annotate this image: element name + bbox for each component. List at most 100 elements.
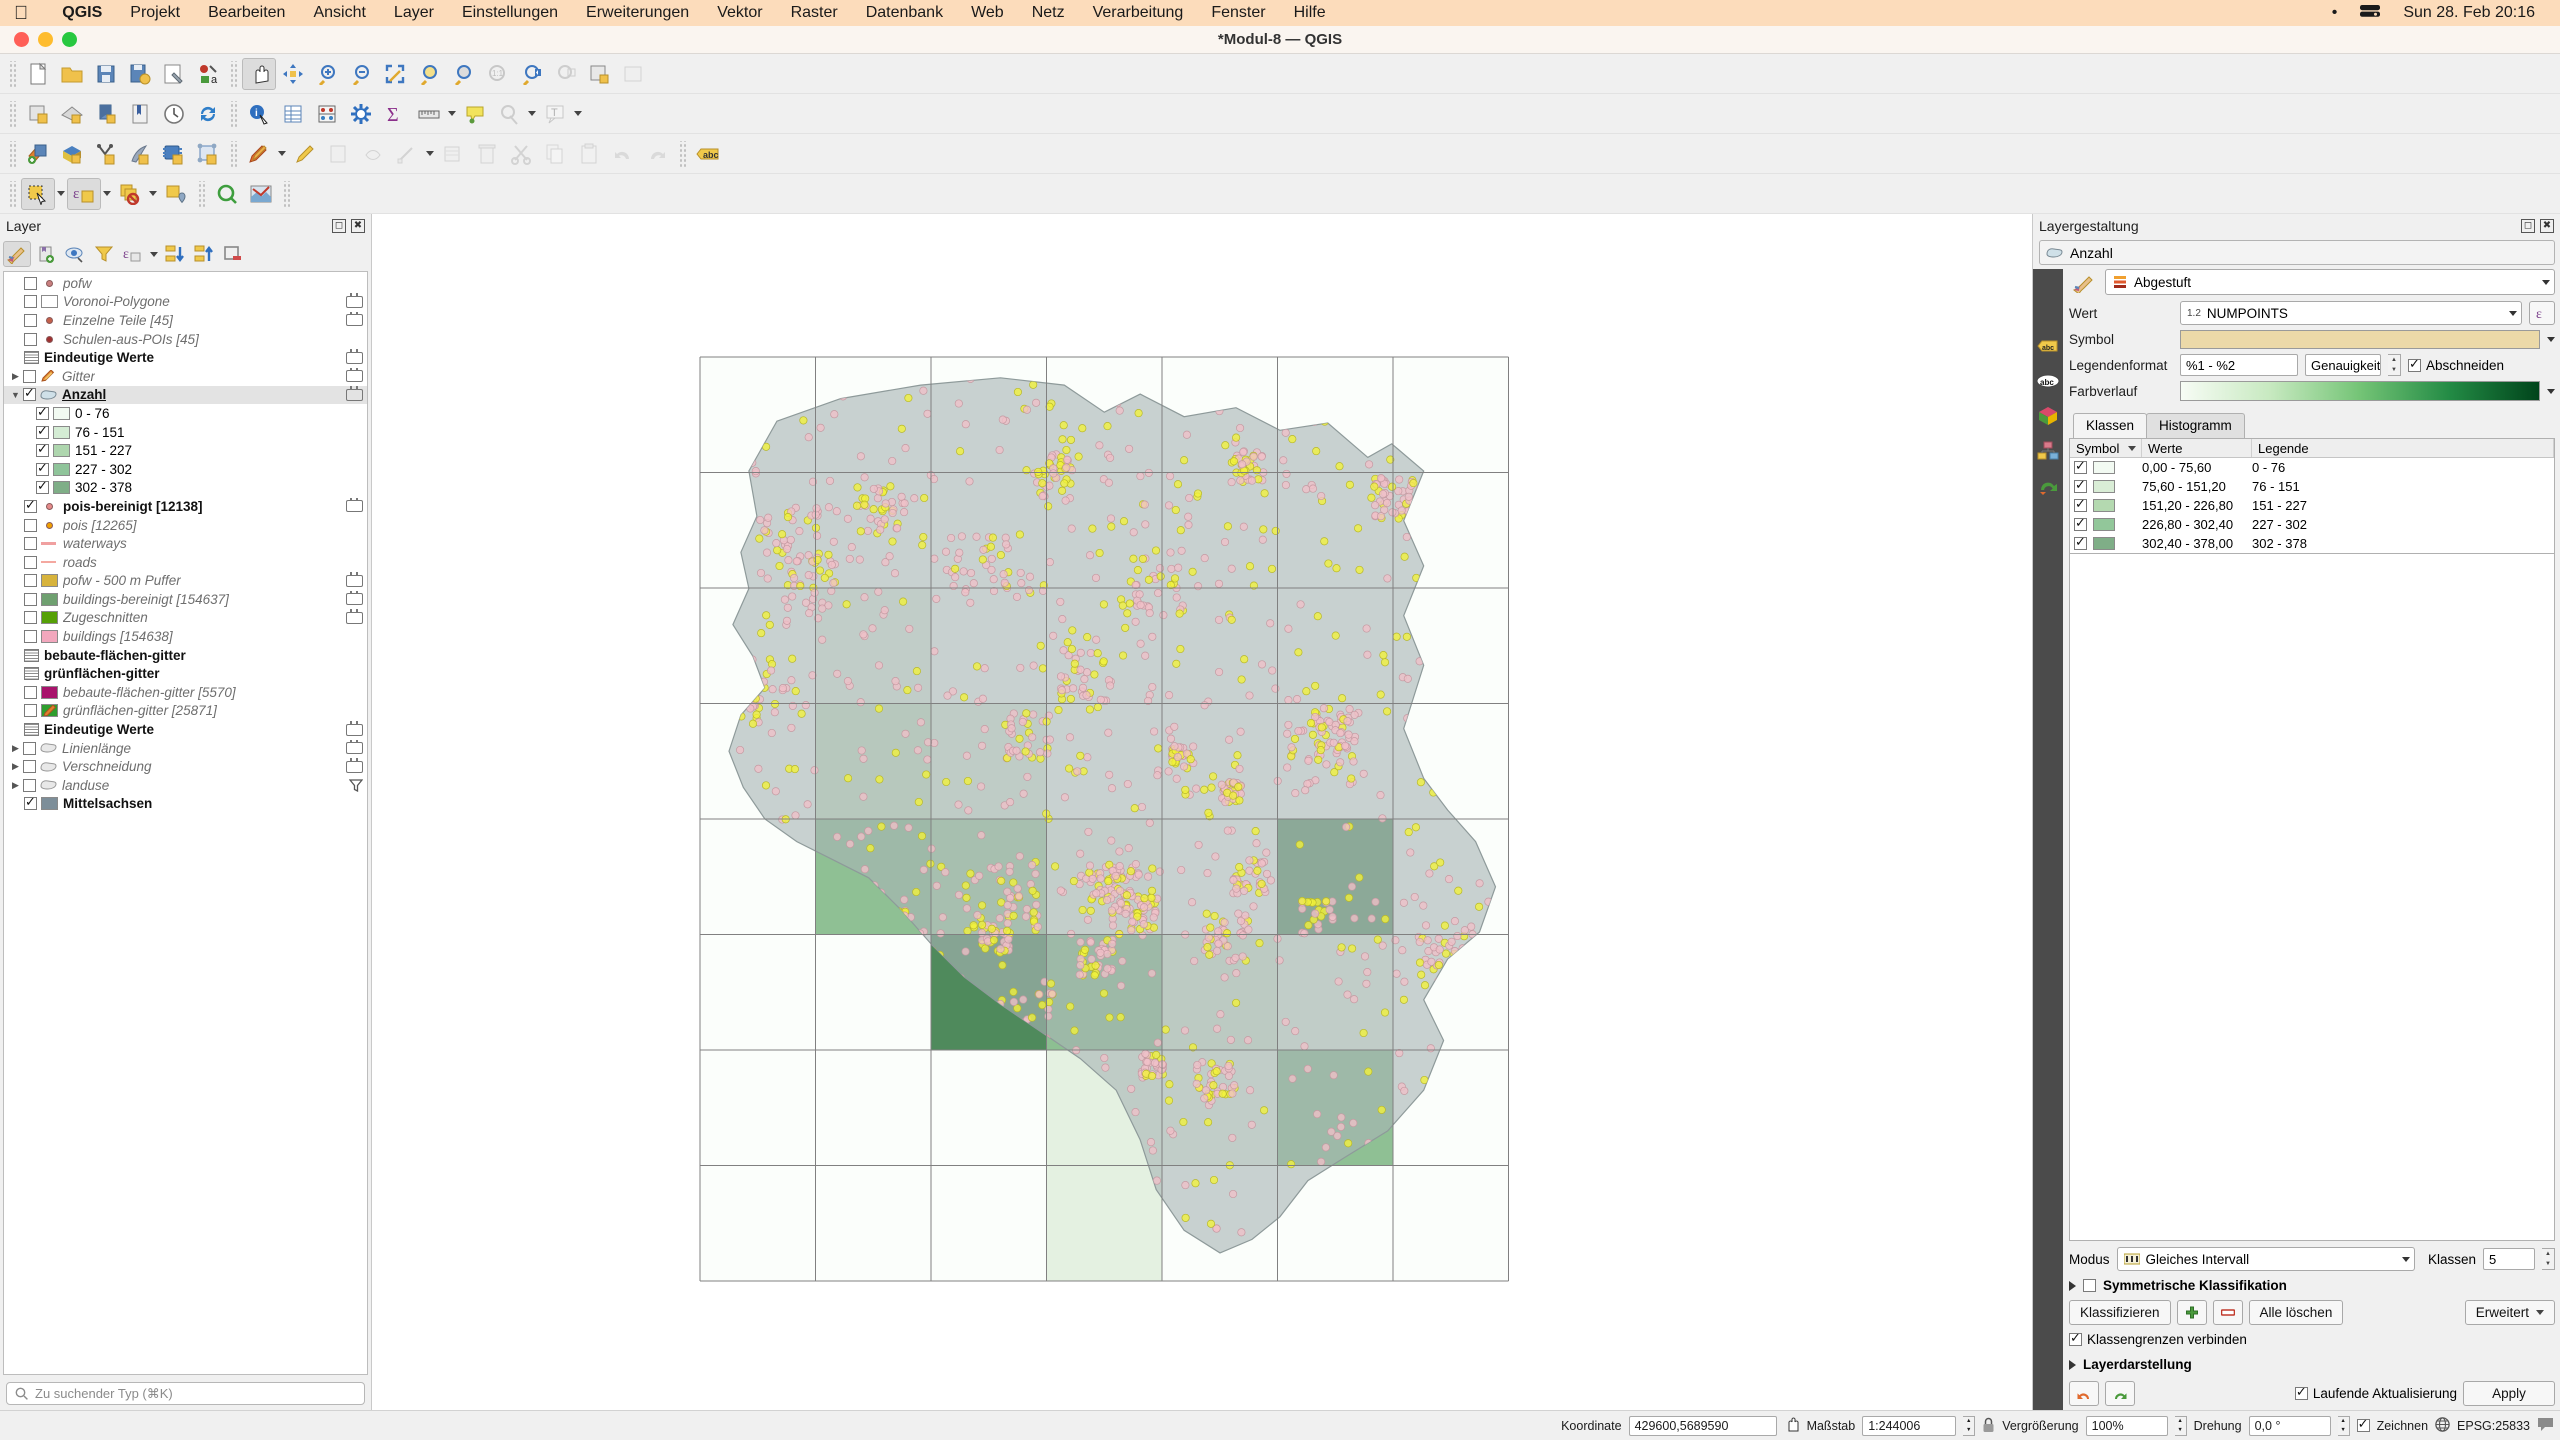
layer-visibility-checkbox[interactable]	[24, 332, 37, 346]
spinner-up-icon[interactable]: ▲	[2175, 1417, 2186, 1426]
menu-bearbeiten[interactable]: Bearbeiten	[194, 4, 299, 22]
layer-visibility-checkbox[interactable]	[24, 704, 37, 718]
join-boundaries-row[interactable]: Klassengrenzen verbinden	[2069, 1331, 2555, 1347]
layer-visibility-checkbox[interactable]	[24, 498, 37, 513]
class-symbol-cell[interactable]	[2070, 459, 2142, 474]
class-table-empty-area[interactable]	[2069, 554, 2555, 1241]
cut-features-icon[interactable]	[504, 138, 538, 170]
toolbar-grip[interactable]	[229, 100, 238, 127]
class-visibility-checkbox[interactable]	[36, 442, 49, 458]
diagrams-icon[interactable]	[2035, 439, 2061, 463]
layer-row[interactable]: grünflächen-gitter	[4, 664, 367, 683]
truncate-checkbox[interactable]	[2408, 357, 2421, 372]
zoom-full-icon[interactable]	[378, 58, 412, 90]
render-checkbox[interactable]	[2356, 1417, 2370, 1432]
menu-datenbank[interactable]: Datenbank	[852, 4, 957, 22]
delete-all-button[interactable]: Alle löschen	[2248, 1300, 2344, 1325]
class-legende-cell[interactable]: 227 - 302	[2252, 517, 2554, 532]
memory-layer-icon[interactable]	[346, 293, 363, 308]
new-3d-map-view-icon[interactable]	[616, 58, 650, 90]
spinner-up-icon[interactable]: ▲	[1963, 1417, 1974, 1426]
modify-attributes-icon[interactable]	[436, 138, 470, 170]
class-color-swatch[interactable]	[2093, 499, 2115, 512]
spinner-down-icon[interactable]: ▼	[2542, 1259, 2554, 1269]
filter-legend-expression-icon[interactable]: ε	[119, 241, 147, 267]
class-row[interactable]: 0 - 76	[4, 404, 367, 423]
save-project-icon[interactable]	[89, 58, 123, 90]
menu-raster[interactable]: Raster	[777, 4, 852, 22]
collapse-all-icon[interactable]	[190, 241, 218, 267]
add-feature-icon[interactable]	[356, 138, 390, 170]
memory-layer-icon[interactable]	[346, 386, 363, 401]
symbology-brush-icon[interactable]	[2035, 299, 2061, 323]
menu-ansicht[interactable]: Ansicht	[299, 4, 379, 22]
temporal-controller-icon[interactable]	[157, 98, 191, 130]
expand-arrow-icon[interactable]: ▶	[8, 761, 23, 772]
toolbar-grip[interactable]	[678, 140, 687, 167]
expression-dropdown-caret-icon[interactable]	[101, 178, 113, 210]
class-row[interactable]: 227 - 302	[4, 460, 367, 479]
class-checkbox[interactable]	[2074, 535, 2087, 550]
menu-vektor[interactable]: Vektor	[703, 4, 776, 22]
layer-row[interactable]: Eindeutige Werte	[4, 348, 367, 367]
apply-button[interactable]: Apply	[2463, 1381, 2555, 1406]
class-table-row[interactable]: 226,80 - 302,40227 - 302	[2070, 515, 2554, 534]
toolbar-grip[interactable]	[282, 180, 291, 207]
add-spatialite-layer-icon[interactable]	[123, 138, 157, 170]
measure-line-icon[interactable]	[412, 98, 446, 130]
class-table[interactable]: Symbol Werte Legende 0,00 - 75,600 - 767…	[2069, 438, 2555, 554]
toolbar-grip[interactable]	[8, 180, 17, 207]
layer-visibility-checkbox[interactable]	[24, 537, 37, 551]
menu-web[interactable]: Web	[957, 4, 1018, 22]
pan-to-selection-icon[interactable]	[276, 58, 310, 90]
project-properties-icon[interactable]	[157, 58, 191, 90]
zoom-to-layer-icon[interactable]	[446, 58, 480, 90]
menu-verarbeitung[interactable]: Verarbeitung	[1079, 4, 1198, 22]
zoom-native-icon[interactable]: 1:1	[480, 58, 514, 90]
symmetric-checkbox[interactable]	[2083, 1279, 2096, 1292]
layer-visibility-checkbox[interactable]	[24, 630, 37, 644]
toolbar-grip[interactable]	[8, 100, 17, 127]
zoom-last-icon[interactable]	[514, 58, 548, 90]
layer-row[interactable]: ▶ Gitter	[4, 367, 367, 386]
current-edits-icon[interactable]	[242, 138, 276, 170]
class-row[interactable]: 151 - 227	[4, 441, 367, 460]
spinner-down-icon[interactable]: ▼	[2388, 365, 2400, 375]
layer-row[interactable]: Einzelne Teile [45]	[4, 311, 367, 330]
labels-icon[interactable]: abc	[2035, 334, 2061, 358]
menu-projekt[interactable]: Projekt	[116, 4, 194, 22]
undo-icon[interactable]	[2069, 1381, 2099, 1406]
annotation-dropdown-caret-icon[interactable]	[572, 98, 584, 130]
class-legende-cell[interactable]: 151 - 227	[2252, 498, 2554, 513]
class-checkbox[interactable]	[2074, 459, 2087, 474]
remove-icon[interactable]	[2212, 1300, 2243, 1325]
layer-row[interactable]: ▶ landuse	[4, 776, 367, 795]
class-checkbox[interactable]	[2074, 516, 2087, 531]
layer-row[interactable]: pofw	[4, 274, 367, 293]
toolbar-grip[interactable]	[8, 60, 17, 87]
add-delimited-text-layer-icon[interactable]	[89, 138, 123, 170]
layer-visibility-checkbox[interactable]	[24, 295, 37, 309]
layer-visibility-checkbox[interactable]	[23, 369, 36, 383]
chevron-down-icon[interactable]	[2401, 1256, 2410, 1262]
memory-layer-icon[interactable]	[346, 497, 363, 513]
expand-triangle-icon[interactable]	[2069, 1359, 2076, 1370]
save-layer-edits-icon[interactable]	[322, 138, 356, 170]
class-visibility-checkbox[interactable]	[36, 479, 49, 495]
layer-visibility-checkbox[interactable]	[24, 611, 37, 625]
vertex-tool-icon[interactable]	[390, 138, 424, 170]
class-color-swatch[interactable]	[2093, 518, 2115, 531]
map-canvas[interactable]	[372, 214, 2032, 1410]
layer-row[interactable]: grünflächen-gitter [25871]	[4, 702, 367, 721]
manage-map-themes-icon[interactable]	[61, 241, 89, 267]
redo-icon[interactable]	[2105, 1381, 2135, 1406]
select-features-icon[interactable]	[21, 177, 55, 210]
spinner-up-icon[interactable]: ▲	[2338, 1417, 2349, 1426]
toolbar-grip[interactable]	[8, 140, 17, 167]
delete-selected-icon[interactable]	[470, 138, 504, 170]
memory-layer-icon[interactable]	[346, 590, 363, 606]
menu-netz[interactable]: Netz	[1018, 4, 1079, 22]
renderer-combo[interactable]: Abgestuft	[2105, 269, 2555, 295]
layer-row[interactable]: buildings-bereinigt [154637]	[4, 590, 367, 609]
map-canvas-container[interactable]	[372, 214, 2032, 1410]
